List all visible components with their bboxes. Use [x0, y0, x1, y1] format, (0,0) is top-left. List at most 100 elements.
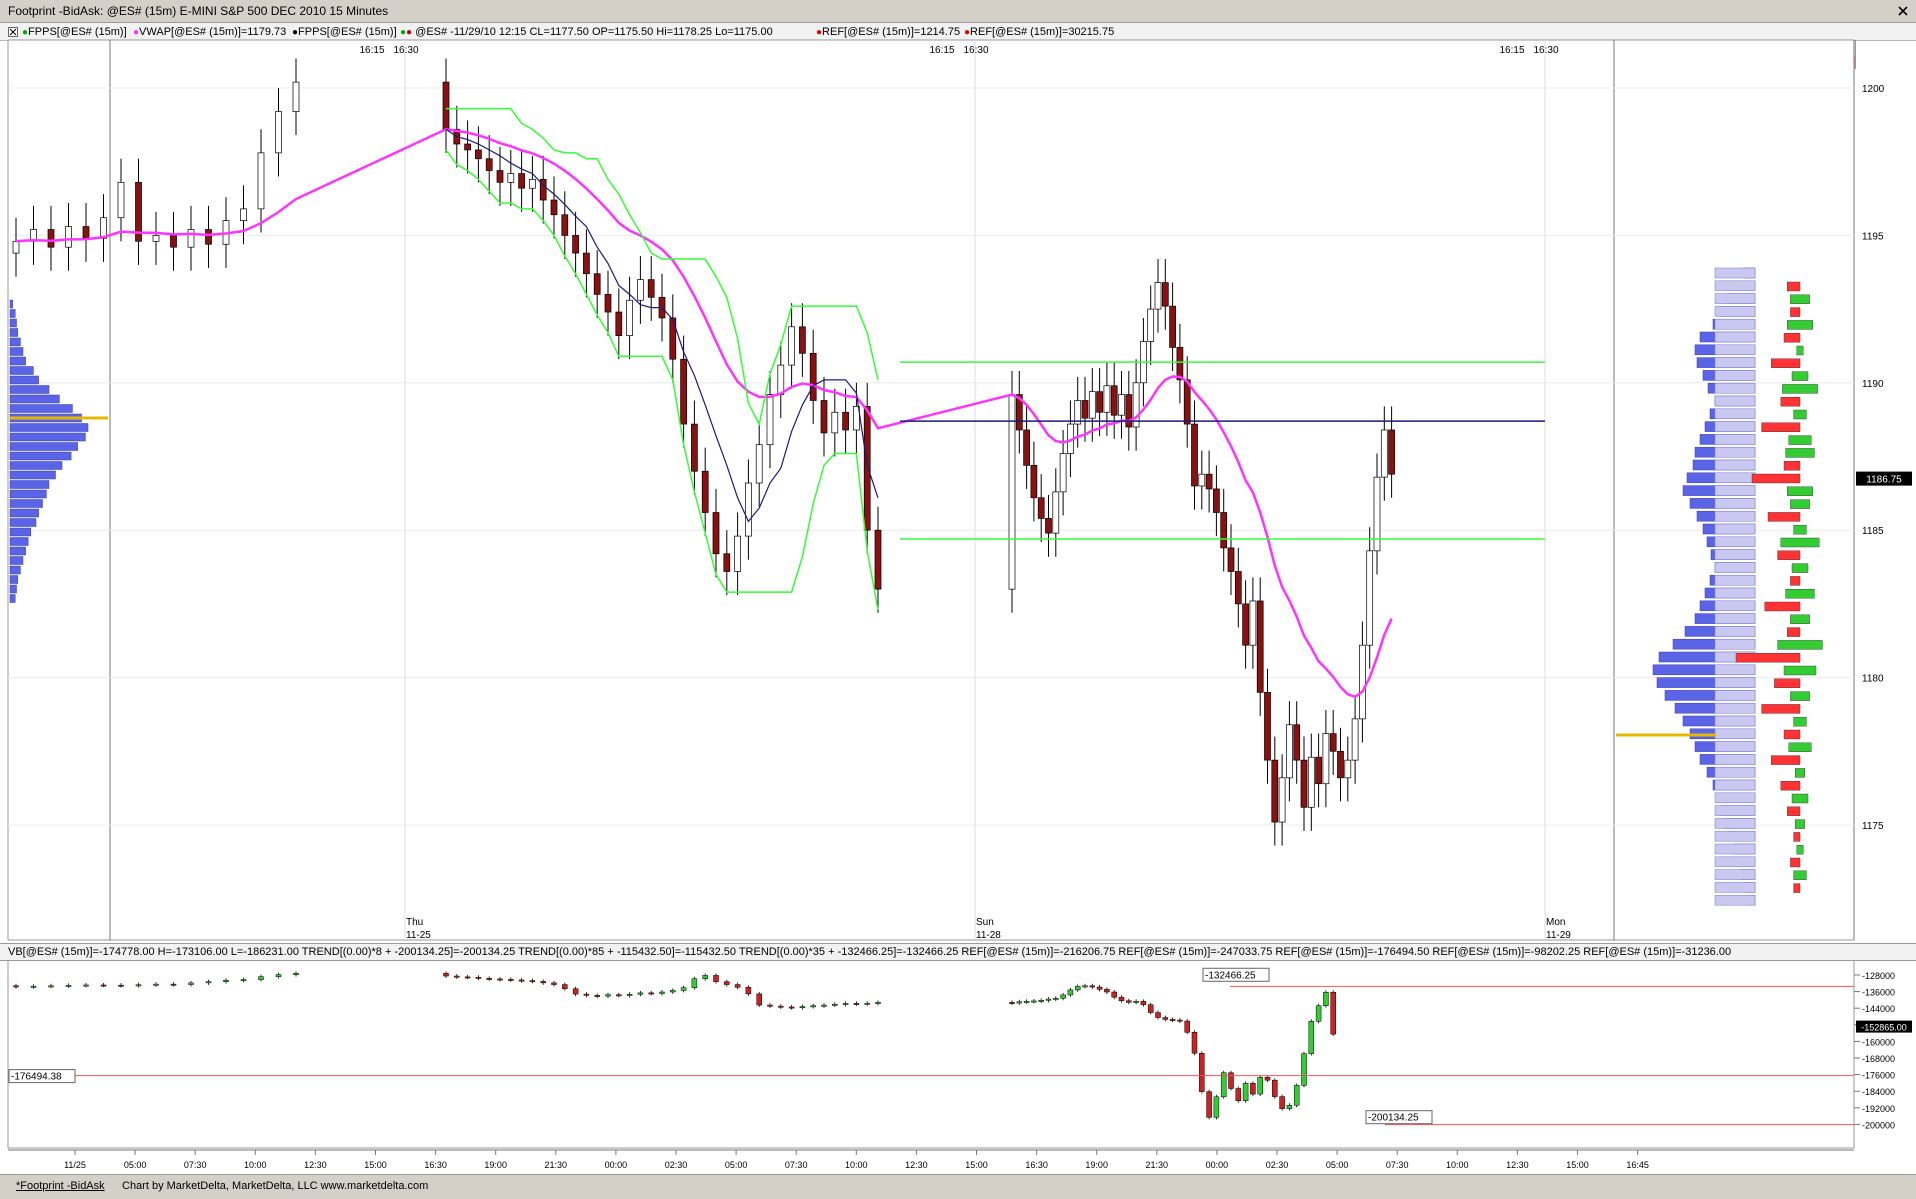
candle-body: [1191, 423, 1198, 487]
candle-body: [1234, 571, 1242, 605]
lower-candle-body: [1009, 1002, 1015, 1004]
candle-body: [292, 81, 300, 112]
price-ladder-cell: [1714, 357, 1756, 368]
delta-profile-bar: [1783, 729, 1801, 740]
candle-body: [518, 173, 525, 189]
lower-candle-body: [551, 982, 557, 985]
candle-body: [755, 444, 763, 484]
time-axis-label: 15:00: [1566, 1160, 1589, 1170]
candle-body: [1030, 464, 1038, 499]
left-volume-bar: [9, 556, 24, 565]
moving-average-button[interactable]: MA: [52, 42, 84, 62]
candle-body: [1329, 733, 1337, 752]
candle-body: [1081, 400, 1089, 419]
lower-candle-body: [170, 983, 177, 986]
price-ladder-cell: [1714, 792, 1756, 804]
lower-candle-body: [832, 1004, 838, 1006]
candle-body: [1059, 453, 1067, 493]
candle-body: [669, 317, 677, 360]
close-icon[interactable]: [1896, 4, 1910, 18]
delta-profile-bar: [1761, 422, 1801, 432]
lower-candle-body: [1031, 1000, 1037, 1003]
candle-body: [777, 364, 785, 395]
time-axis-label: 10:00: [244, 1160, 267, 1170]
price-ladder-cell: [1714, 600, 1756, 612]
today-volume-bar: [1699, 754, 1756, 765]
candle-body: [453, 128, 461, 145]
lower-candle-body: [529, 980, 536, 983]
time-axis-label: 11/25: [64, 1160, 86, 1170]
legend-item[interactable]: ●REF[@ES# (15m)]=30215.75: [964, 26, 1114, 38]
price-ladder-cell: [1714, 715, 1756, 727]
delta-profile-bar: [1790, 691, 1810, 701]
candle-body: [637, 279, 644, 301]
lower-candle-body: [13, 985, 19, 988]
candle-body: [1154, 282, 1162, 310]
delta-profile-bar: [1786, 486, 1813, 496]
left-volume-bar: [9, 394, 60, 404]
lower-candle-body: [1140, 1001, 1147, 1005]
legend-close-icon[interactable]: [8, 27, 18, 37]
lower-candle-body: [1147, 1004, 1154, 1013]
delta-profile-bar: [1788, 435, 1812, 445]
delta-profile-bar: [1770, 358, 1801, 368]
chart-tool-button[interactable]: [8, 42, 28, 62]
today-volume-bar: [1682, 715, 1756, 727]
price-ladder-cell: [1714, 408, 1756, 420]
time-axis-label: 21:30: [1146, 1160, 1169, 1170]
legend-item[interactable]: ●REF[@ES# (15m)]=1214.75: [816, 26, 960, 38]
lower-last-label: -152865.00: [1861, 1023, 1907, 1033]
candle-body: [1380, 429, 1388, 478]
price-ladder-cell: [1714, 882, 1756, 893]
today-volume-bar: [1714, 395, 1756, 407]
date-label: 11-25: [406, 930, 431, 941]
price-ladder-cell: [1714, 626, 1756, 637]
candle-body: [1052, 491, 1060, 534]
settings-button[interactable]: [30, 42, 50, 62]
time-axis-label: 12:30: [304, 1160, 327, 1170]
legend-item[interactable]: ●FPPS[@ES# (15m)]: [22, 26, 127, 38]
today-volume-bar: [1682, 485, 1756, 496]
candle-body: [1271, 759, 1279, 823]
lower-candle-body: [293, 973, 299, 975]
candle-body: [100, 217, 107, 239]
delta-profile-header[interactable]: Dlta Prof -9867: [1756, 40, 1856, 69]
candle-body: [550, 199, 558, 216]
lower-candle-body: [767, 1004, 773, 1007]
lower-bottom-trend-annotation: -200134.25: [1368, 1113, 1419, 1124]
candle-body: [152, 235, 160, 242]
candle-body: [820, 400, 828, 434]
price-ladder-cell: [1714, 779, 1756, 791]
delta-profile-bar: [1793, 832, 1801, 842]
lower-axis-label: -168000: [1862, 1054, 1895, 1064]
lower-candle-body: [734, 984, 741, 988]
legend-item[interactable]: ●● @ES# -11/29/10 12:15 CL=1177.50 OP=11…: [400, 26, 773, 38]
vol-header[interactable]: Vol 2.49m: [1716, 40, 1756, 69]
lower-axis-label: -200000: [1862, 1120, 1895, 1130]
lower-legend-text: VB[@ES# (15m)]=-174778.00 H=-173106.00 L…: [8, 946, 1732, 958]
lower-candle-body: [153, 983, 159, 986]
workspace-tab[interactable]: *Footprint -BidAsk: [16, 1180, 105, 1192]
candle-body: [647, 279, 655, 298]
lower-candle-body: [702, 975, 708, 979]
candle-body: [1118, 394, 1125, 416]
candle-body: [507, 173, 515, 183]
legend-item[interactable]: ●VWAP[@ES# (15m)]=1179.73: [133, 26, 286, 38]
volprof-header[interactable]: VolProf (today) 2.49m: [1616, 40, 1716, 69]
candle-body: [1074, 400, 1082, 425]
left-volume-bar: [9, 480, 50, 489]
candle-body: [809, 352, 817, 401]
left-volume-bar: [9, 499, 43, 508]
lower-candle-body: [875, 1002, 881, 1004]
today-volume-bar: [1704, 587, 1756, 599]
lower-ref-annotation: -176494.38: [11, 1072, 62, 1083]
price-ladder-cell: [1714, 498, 1756, 509]
legend-item[interactable]: ●FPPS[@ES# (15m)]: [292, 26, 397, 38]
left-volume-bar: [9, 461, 63, 470]
price-ladder-cell: [1714, 638, 1756, 650]
lower-candle-body: [572, 988, 579, 995]
delta-profile-bar: [1793, 883, 1801, 893]
lower-candle-body: [1104, 989, 1110, 993]
candle-body: [1315, 756, 1322, 785]
time-axis-label: 16:30: [1025, 1160, 1048, 1170]
